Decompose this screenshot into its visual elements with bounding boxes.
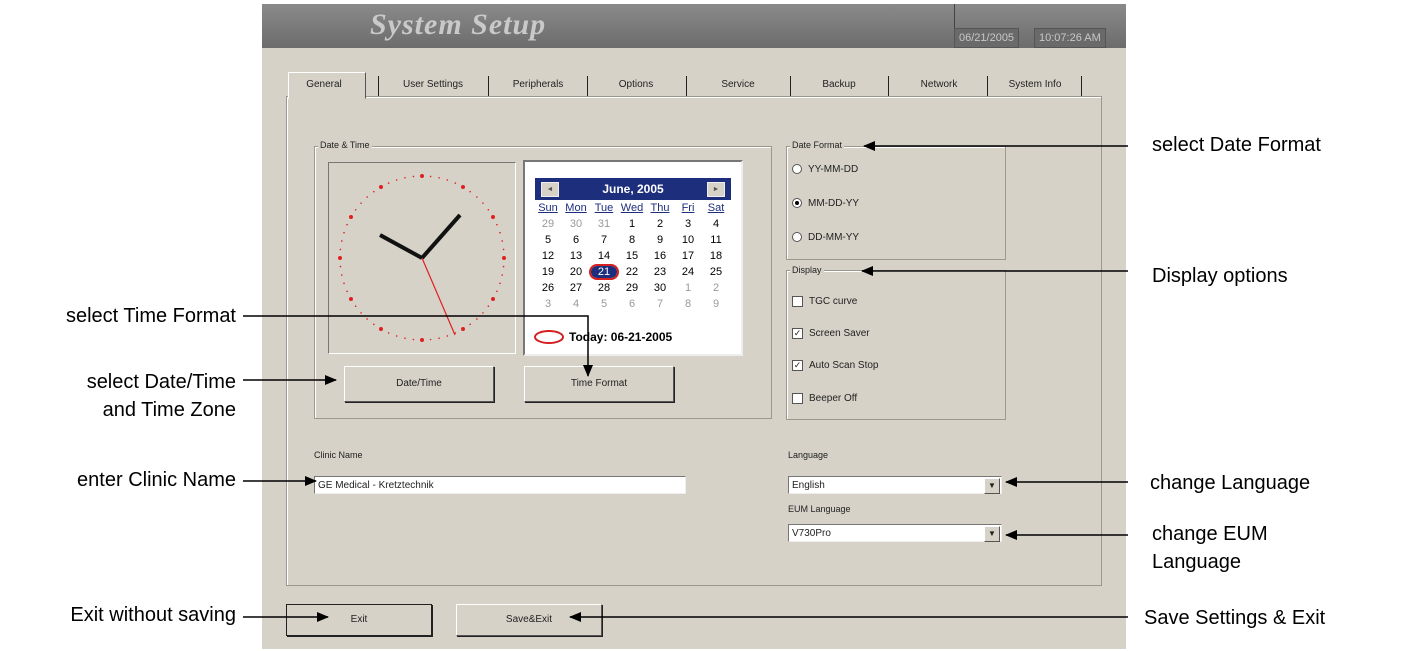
annotation-change-eum-2: Language bbox=[1152, 551, 1241, 573]
annotation-display-options: Display options bbox=[1152, 265, 1288, 287]
annotation-exit-without-saving: Exit without saving bbox=[70, 604, 236, 626]
annotation-select-date-time-2: and Time Zone bbox=[102, 399, 236, 421]
annotation-select-date-format: select Date Format bbox=[1152, 134, 1321, 156]
annotation-save-settings-exit: Save Settings & Exit bbox=[1144, 607, 1326, 629]
annotation-enter-clinic-name: enter Clinic Name bbox=[77, 469, 236, 491]
annotation-change-eum-1: change EUM bbox=[1152, 523, 1268, 545]
arrow-time-format bbox=[243, 315, 593, 377]
annotation-select-time-format: select Time Format bbox=[65, 305, 236, 327]
annotation-change-language: change Language bbox=[1150, 472, 1311, 494]
annotation-select-date-time-1: select Date/Time bbox=[86, 371, 236, 393]
